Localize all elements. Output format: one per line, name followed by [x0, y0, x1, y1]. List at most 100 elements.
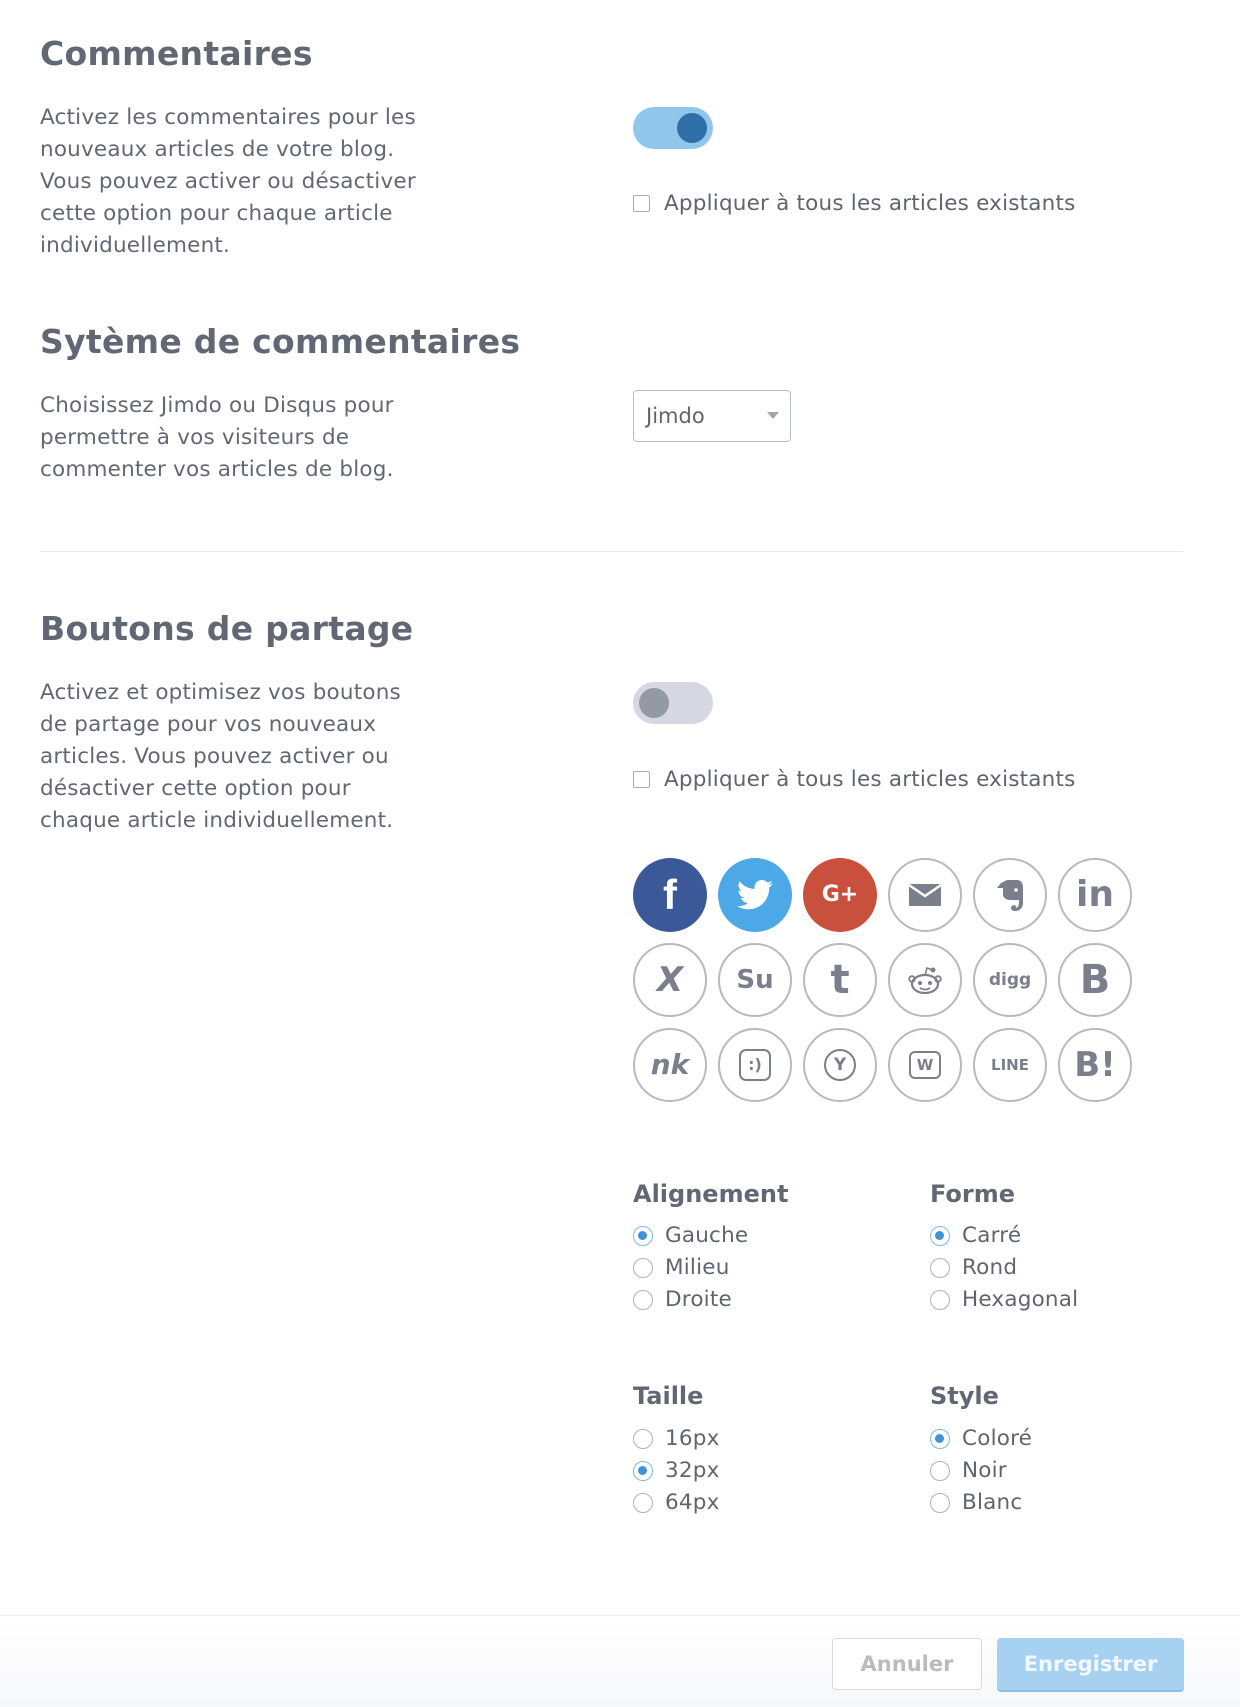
- style-title: Style: [930, 1382, 999, 1410]
- facebook-glyph: f: [663, 871, 677, 918]
- reddit-icon[interactable]: [888, 943, 962, 1017]
- alignment-title: Alignement: [633, 1180, 789, 1208]
- hatena-glyph: B!: [1074, 1045, 1116, 1085]
- comments-apply-all-checkbox[interactable]: [633, 195, 650, 212]
- size-title: Taille: [633, 1382, 704, 1410]
- shape-title: Forme: [930, 1180, 1016, 1208]
- twitter-icon[interactable]: [718, 858, 792, 932]
- tumblr-icon[interactable]: t: [803, 943, 877, 1017]
- radio-label: 64px: [665, 1490, 720, 1515]
- radio-label: Rond: [962, 1255, 1018, 1280]
- comments-toggle[interactable]: [633, 107, 713, 149]
- line-icon[interactable]: LINE: [973, 1028, 1047, 1102]
- comments-title: Commentaires: [40, 34, 313, 73]
- radio-button[interactable]: [930, 1225, 950, 1246]
- radio-button[interactable]: [930, 1257, 950, 1278]
- radio-button[interactable]: [930, 1460, 950, 1481]
- alignment-option-droite[interactable]: Droite: [633, 1287, 732, 1312]
- share-apply-all-checkbox-row[interactable]: Appliquer à tous les articles existants: [633, 767, 1076, 792]
- digg-icon[interactable]: digg: [973, 943, 1047, 1017]
- weibo-glyph: W: [916, 1055, 934, 1074]
- chevron-down-icon: [767, 412, 779, 419]
- toggle-knob: [639, 688, 669, 718]
- xing-glyph: X: [656, 960, 684, 1000]
- evernote-icon[interactable]: [973, 858, 1047, 932]
- weibo-box: W: [909, 1051, 941, 1079]
- tumblr-glyph: t: [830, 957, 850, 1003]
- radio-label: Blanc: [962, 1490, 1023, 1515]
- comments-apply-all-label: Appliquer à tous les articles existants: [664, 191, 1076, 216]
- radio-button[interactable]: [633, 1428, 653, 1449]
- share-description: Activez et optimisez vos boutons de part…: [40, 680, 401, 833]
- share-toggle[interactable]: [633, 682, 713, 724]
- google-plus-icon[interactable]: G+: [803, 858, 877, 932]
- radio-button[interactable]: [633, 1460, 653, 1481]
- blogger-glyph: B: [1079, 957, 1111, 1003]
- radio-label: Carré: [962, 1223, 1022, 1248]
- shape-option-hexagonal[interactable]: Hexagonal: [930, 1287, 1078, 1312]
- style-option-blanc[interactable]: Blanc: [930, 1490, 1022, 1515]
- facebook-icon[interactable]: f: [633, 858, 707, 932]
- buzz-icon[interactable]: :): [718, 1028, 792, 1102]
- line-glyph: LINE: [991, 1055, 1029, 1074]
- radio-button[interactable]: [633, 1492, 653, 1513]
- google-plus-glyph: G+: [821, 882, 859, 907]
- buzz-glyph: :): [748, 1055, 762, 1074]
- envelope-icon: [908, 883, 942, 906]
- yammer-glyph: Y: [833, 1054, 847, 1075]
- shape-option-rond[interactable]: Rond: [930, 1255, 1017, 1280]
- radio-label: Coloré: [962, 1426, 1033, 1451]
- stumbleupon-glyph: Su: [736, 965, 774, 995]
- size-option-32px[interactable]: 32px: [633, 1458, 720, 1483]
- share-apply-all-label: Appliquer à tous les articles existants: [664, 767, 1076, 792]
- linkedin-icon[interactable]: in: [1058, 858, 1132, 932]
- radio-label: Gauche: [665, 1223, 749, 1248]
- alignment-option-gauche[interactable]: Gauche: [633, 1223, 748, 1248]
- digg-glyph: digg: [988, 969, 1032, 990]
- elephant-icon: [997, 880, 1023, 911]
- save-button[interactable]: Enregistrer: [997, 1638, 1184, 1690]
- radio-label: Droite: [665, 1287, 732, 1312]
- comment-system-description: Choisissez Jimdo ou Disqus pour permettr…: [40, 393, 394, 482]
- email-icon[interactable]: [888, 858, 962, 932]
- radio-label: 16px: [665, 1426, 720, 1451]
- comments-description: Activez les commentaires pour les nouvea…: [40, 105, 416, 258]
- radio-label: Noir: [962, 1458, 1007, 1483]
- nk-glyph: nk: [650, 1048, 690, 1081]
- size-option-16px[interactable]: 16px: [633, 1426, 720, 1451]
- radio-button[interactable]: [930, 1428, 950, 1449]
- style-option-colore[interactable]: Coloré: [930, 1426, 1032, 1451]
- stumbleupon-icon[interactable]: Su: [718, 943, 792, 1017]
- weibo-icon[interactable]: W: [888, 1028, 962, 1102]
- comment-system-title: Sytème de commentaires: [40, 322, 521, 361]
- nk-icon[interactable]: nk: [633, 1028, 707, 1102]
- alignment-option-milieu[interactable]: Milieu: [633, 1255, 730, 1280]
- radio-label: 32px: [665, 1458, 720, 1483]
- style-option-noir[interactable]: Noir: [930, 1458, 1007, 1483]
- section-divider: [40, 551, 1183, 552]
- radio-button[interactable]: [930, 1492, 950, 1513]
- share-title: Boutons de partage: [40, 609, 414, 648]
- yammer-ring: Y: [824, 1049, 856, 1081]
- radio-button[interactable]: [930, 1289, 950, 1310]
- reddit-alien-icon: [908, 966, 942, 994]
- share-apply-all-checkbox[interactable]: [633, 771, 650, 788]
- yammer-icon[interactable]: Y: [803, 1028, 877, 1102]
- xing-icon[interactable]: X: [633, 943, 707, 1017]
- radio-label: Hexagonal: [962, 1287, 1079, 1312]
- radio-label: Milieu: [665, 1255, 730, 1280]
- radio-button[interactable]: [633, 1225, 653, 1246]
- toggle-knob: [677, 113, 707, 143]
- comment-system-selected: Jimdo: [646, 404, 705, 428]
- hatena-icon[interactable]: B!: [1058, 1028, 1132, 1102]
- comments-apply-all-checkbox-row[interactable]: Appliquer à tous les articles existants: [633, 191, 1076, 216]
- radio-button[interactable]: [633, 1257, 653, 1278]
- twitter-bird-icon: [737, 880, 773, 910]
- size-option-64px[interactable]: 64px: [633, 1490, 720, 1515]
- blogger-icon[interactable]: B: [1058, 943, 1132, 1017]
- buzz-box: :): [739, 1049, 771, 1081]
- radio-button[interactable]: [633, 1289, 653, 1310]
- comment-system-select[interactable]: Jimdo: [633, 390, 791, 442]
- shape-option-carre[interactable]: Carré: [930, 1223, 1021, 1248]
- cancel-button[interactable]: Annuler: [832, 1638, 982, 1690]
